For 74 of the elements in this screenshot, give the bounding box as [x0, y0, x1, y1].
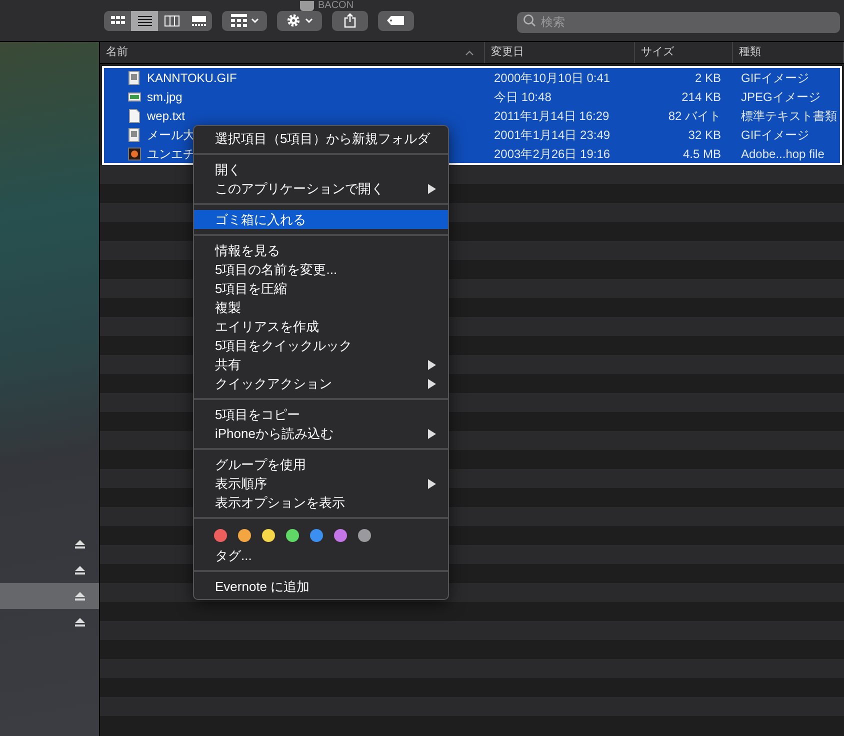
- kind-cell-text: GIFイメージ: [740, 70, 810, 86]
- size-cell-text: 4.5 MB: [682, 146, 722, 162]
- eject-icon[interactable]: [75, 592, 85, 600]
- column-header[interactable]: 変更日: [485, 42, 635, 63]
- image-file-icon: [128, 128, 141, 142]
- column-header[interactable]: 名前: [100, 42, 485, 63]
- window-title: BACON: [318, 0, 354, 11]
- file-row[interactable]: KANNTOKU.GIF 2000年10月10日 0:41 2 KB GIFイメージ: [104, 68, 840, 87]
- file-name: KANNTOKU.GIF: [147, 70, 237, 86]
- settings-icon: [286, 13, 301, 28]
- column-label: 名前: [106, 45, 128, 60]
- file-name: wep.txt: [147, 108, 186, 124]
- menu-item[interactable]: 5項目をコピー: [194, 405, 448, 424]
- menu-item[interactable]: 複製: [194, 298, 448, 317]
- column-header[interactable]: サイズ: [635, 42, 733, 63]
- chevron-down-icon: [305, 18, 313, 24]
- image-file-icon: [128, 70, 141, 84]
- eject-icon[interactable]: [75, 566, 85, 574]
- menu-item[interactable]: 表示順序: [194, 474, 448, 493]
- group-button[interactable]: [222, 10, 267, 30]
- kind-cell-text: Adobe...hop file: [740, 146, 826, 162]
- date-cell-text: 今日 10:48: [493, 88, 552, 106]
- file-row[interactable]: wep.txt 2011年1月14日 16:29 82 バイト 標準テキスト書類: [104, 106, 840, 125]
- size-cell-text: 2 KB: [694, 70, 722, 86]
- file-row[interactable]: sm.jpg 今日 10:48 214 KB JPEGイメージ: [104, 87, 840, 106]
- grid-icon: [230, 14, 246, 27]
- gallery-view-icon: [190, 14, 206, 28]
- tag-icon: [387, 16, 405, 25]
- action-button[interactable]: [277, 10, 322, 30]
- search-icon: [523, 14, 536, 27]
- search-field[interactable]: 検索: [517, 12, 840, 32]
- menu-item[interactable]: このアプリケーションで開く: [194, 179, 448, 198]
- column-view-icon: [164, 14, 180, 28]
- size-cell-text: 82 バイト: [667, 108, 722, 124]
- date-cell-text: 2001年1月14日 23:49: [493, 126, 612, 144]
- eject-icon[interactable]: [75, 618, 85, 626]
- document-icon: [128, 108, 141, 122]
- image-file-icon: [128, 146, 141, 160]
- menu-item[interactable]: 情報を見る: [194, 241, 448, 260]
- size-cell-text: 214 KB: [680, 88, 722, 106]
- menu-item[interactable]: クイックアクション: [194, 374, 448, 393]
- file-name: sm.jpg: [147, 88, 182, 106]
- menu-item[interactable]: 開く: [194, 160, 448, 179]
- menu-item[interactable]: Evernote に追加: [194, 577, 448, 596]
- file-name: ユンエチ: [147, 146, 195, 162]
- share-button[interactable]: [332, 10, 368, 30]
- column-label: サイズ: [641, 45, 674, 60]
- share-icon: [344, 13, 356, 28]
- date-cell-text: 2003年2月26日 19:16: [493, 146, 612, 162]
- menu-item[interactable]: 5項目の名前を変更...: [194, 260, 448, 279]
- chevron-down-icon: [250, 18, 258, 24]
- date-cell-text: 2011年1月14日 16:29: [493, 108, 610, 124]
- menu-item[interactable]: グループを使用: [194, 455, 448, 474]
- kind-cell-text: 標準テキスト書類: [740, 108, 838, 124]
- size-cell-text: 32 KB: [687, 126, 722, 144]
- menu-item[interactable]: 5項目を圧縮: [194, 279, 448, 298]
- menu-item[interactable]: 表示オプションを表示: [194, 493, 448, 512]
- tag-button[interactable]: [378, 10, 414, 30]
- menu-item[interactable]: iPhoneから読み込む: [194, 424, 448, 443]
- menu-item[interactable]: タグ...: [194, 546, 448, 565]
- column-label: 種類: [739, 45, 761, 60]
- list-view-icon: [136, 14, 152, 28]
- date-cell-text: 2000年10月10日 0:41: [493, 70, 612, 86]
- view-mode-button[interactable]: [131, 10, 158, 30]
- column-label: 変更日: [491, 44, 524, 60]
- eject-icon[interactable]: [75, 540, 85, 548]
- picture-file-icon: [128, 90, 141, 104]
- menu-item[interactable]: エイリアスを作成: [194, 317, 448, 336]
- menu-item[interactable]: ゴミ箱に入れる: [194, 210, 448, 229]
- menu-item[interactable]: 共有: [194, 355, 448, 374]
- menu-item[interactable]: 5項目をクイックルック: [194, 336, 448, 355]
- kind-cell-text: JPEGイメージ: [740, 88, 822, 106]
- kind-cell-text: GIFイメージ: [740, 126, 810, 144]
- column-header[interactable]: 種類: [733, 42, 844, 63]
